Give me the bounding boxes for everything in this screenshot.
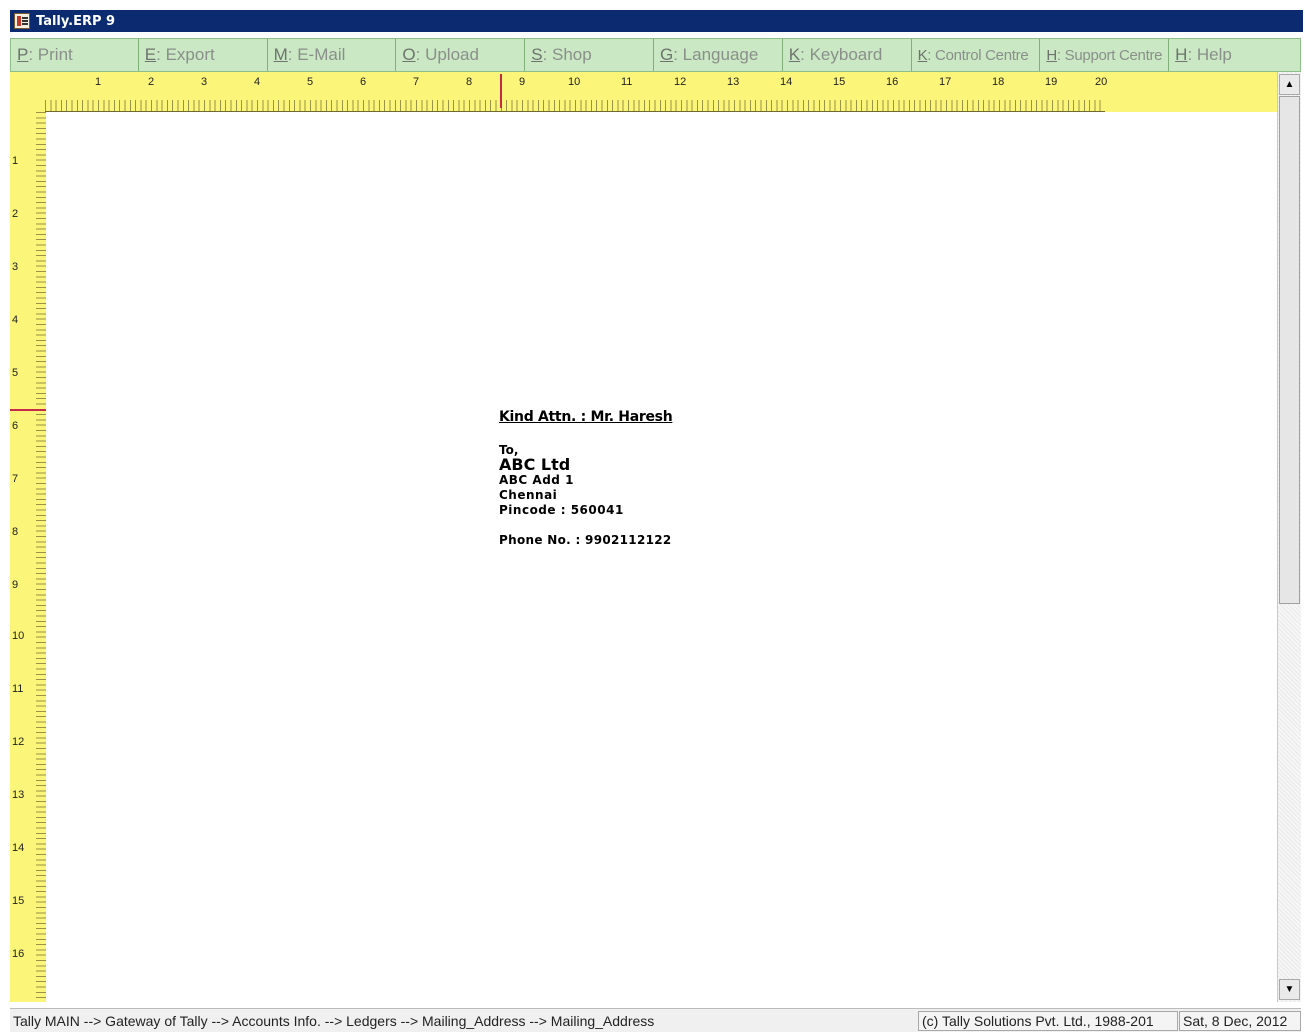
support-centre-button-label: : Support Centre: [1056, 46, 1163, 64]
vertical-ruler: 1 2 3 4 5 6 7 8 9 10 11 12 13 14 15 16: [10, 112, 46, 1002]
vertical-ruler-cursor-marker: [10, 409, 46, 411]
email-button-label: : E-Mail: [287, 45, 346, 64]
mailing-address-block: Kind Attn. : Mr. Haresh To, ABC Ltd ABC …: [499, 409, 673, 547]
export-button-key: E: [144, 45, 157, 64]
ruler-mark: 20: [1095, 76, 1108, 88]
support-centre-button-key: H: [1046, 46, 1057, 64]
ruler-mark: 2: [148, 76, 155, 88]
arrow-down-icon[interactable]: ▼: [1279, 979, 1300, 1000]
company-name: ABC Ltd: [499, 455, 571, 474]
ruler-mark: 7: [413, 76, 420, 88]
scrollbar-thumb[interactable]: [1279, 96, 1300, 604]
ruler-mark: 14: [12, 842, 25, 854]
email-button-key: M: [273, 45, 288, 64]
ruler-mark: 4: [12, 314, 19, 326]
email-button[interactable]: M: E-Mail: [268, 39, 397, 71]
ruler-mark: 14: [780, 76, 793, 88]
language-button-key: G: [659, 45, 674, 64]
print-preview-page: Kind Attn. : Mr. Haresh To, ABC Ltd ABC …: [46, 112, 1277, 1002]
help-button[interactable]: H: Help: [1169, 39, 1300, 71]
ruler-mark: 16: [12, 948, 25, 960]
ruler-mark: 9: [519, 76, 526, 88]
ruler-mark: 3: [12, 261, 19, 273]
ruler-mark: 15: [833, 76, 846, 88]
shop-button[interactable]: S: Shop: [525, 39, 654, 71]
window-titlebar: Tally.ERP 9: [0, 0, 1305, 34]
upload-button[interactable]: O: Upload: [396, 39, 526, 71]
print-button-key: P: [17, 45, 29, 64]
ruler-mark: 10: [568, 76, 581, 88]
upload-button-key: O: [402, 45, 416, 64]
window-title: Tally.ERP 9: [36, 13, 116, 29]
horizontal-ruler-cursor-marker: [500, 74, 502, 108]
kind-attention-line: Kind Attn. : Mr. Haresh: [499, 409, 673, 425]
current-date: Sat, 8 Dec, 2012: [1179, 1011, 1301, 1031]
ruler-mark: 17: [939, 76, 952, 88]
keyboard-button[interactable]: K: Keyboard: [783, 39, 912, 71]
arrow-up-icon[interactable]: ▲: [1279, 74, 1300, 95]
ruler-mark: 5: [307, 76, 314, 88]
ruler-mark: 6: [12, 420, 19, 432]
control-centre-button-label: : Control Centre: [927, 46, 1029, 64]
button-bar: P: Print E: Export M: E-Mail O: Upload S…: [10, 38, 1301, 72]
control-centre-button[interactable]: K: Control Centre: [912, 39, 1041, 71]
upload-button-label: : Upload: [415, 45, 479, 64]
ruler-mark: 3: [201, 76, 208, 88]
ruler-mark: 5: [12, 367, 19, 379]
ruler-mark: 13: [727, 76, 740, 88]
ruler-mark: 11: [621, 76, 633, 88]
language-button-label: : Language: [673, 45, 759, 64]
help-button-key: H: [1175, 45, 1188, 64]
ruler-mark: 1: [95, 76, 102, 88]
shop-button-label: : Shop: [542, 45, 592, 64]
ruler-mark: 2: [12, 208, 19, 220]
ruler-mark: 8: [466, 76, 473, 88]
ruler-mark: 7: [12, 473, 19, 485]
ruler-mark: 9: [12, 579, 19, 591]
language-button[interactable]: G: Language: [654, 39, 783, 71]
tally-app-icon[interactable]: [14, 13, 30, 29]
ruler-mark: 16: [886, 76, 899, 88]
ruler-mark: 12: [12, 736, 25, 748]
support-centre-button[interactable]: H: Support Centre: [1040, 39, 1170, 71]
ruler-mark: 19: [1045, 76, 1058, 88]
breadcrumb: Tally MAIN --> Gateway of Tally --> Acco…: [13, 1013, 655, 1029]
ruler-mark: 10: [12, 630, 25, 642]
horizontal-ruler: 1 2 3 4 5 6 7 8 9 10 11 12 13 14 15 16 1…: [10, 72, 1277, 112]
ruler-mark: 18: [992, 76, 1005, 88]
control-centre-button-key: K: [917, 46, 928, 64]
keyboard-button-label: : Keyboard: [800, 45, 883, 64]
ruler-mark: 8: [12, 526, 19, 538]
shop-button-key: S: [531, 45, 543, 64]
titlebar-strip[interactable]: Tally.ERP 9: [10, 10, 1303, 32]
print-button-label: : Print: [28, 45, 73, 64]
ruler-mark: 11: [12, 683, 24, 695]
phone-line: Phone No. : 9902112122: [499, 533, 672, 547]
keyboard-button-key: K: [788, 45, 801, 64]
ruler-mark: 4: [254, 76, 261, 88]
ruler-ticks: [36, 112, 46, 1002]
export-button[interactable]: E: Export: [139, 39, 268, 71]
ruler-mark: 1: [12, 155, 19, 167]
pincode-line: Pincode : 560041: [499, 503, 624, 517]
help-button-label: : Help: [1187, 45, 1232, 64]
ruler-mark: 6: [360, 76, 367, 88]
ruler-mark: 12: [674, 76, 687, 88]
ruler-mark: 15: [12, 895, 25, 907]
vertical-scrollbar[interactable]: ▲ ▼: [1277, 72, 1301, 1002]
copyright-text: (c) Tally Solutions Pvt. Ltd., 1988-201: [918, 1011, 1178, 1031]
status-bar: Tally MAIN --> Gateway of Tally --> Acco…: [10, 1008, 1301, 1032]
ruler-mark: 13: [12, 789, 25, 801]
city-line: Chennai: [499, 488, 558, 502]
print-button[interactable]: P: Print: [11, 39, 139, 71]
export-button-label: : Export: [156, 45, 215, 64]
address-line-1: ABC Add 1: [499, 473, 574, 487]
